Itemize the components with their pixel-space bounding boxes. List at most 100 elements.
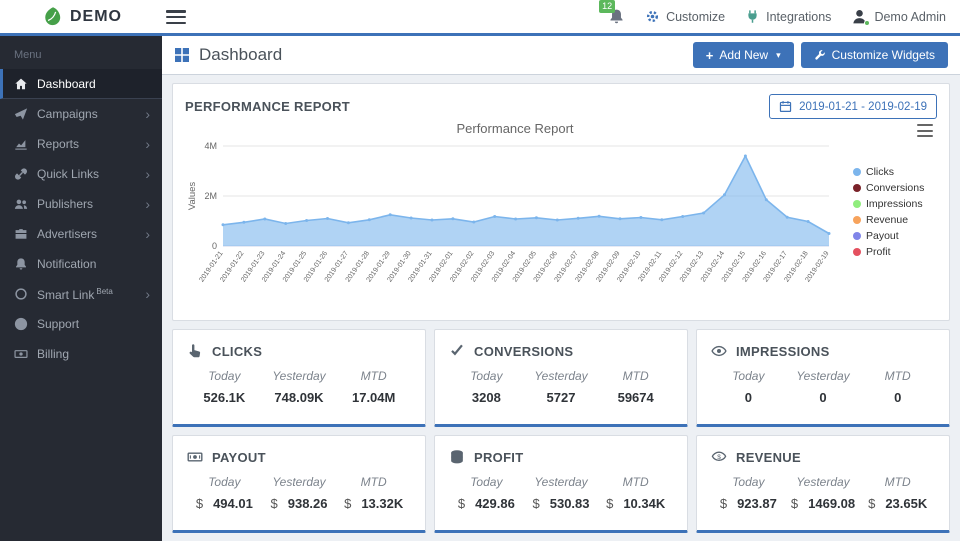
home-icon bbox=[14, 77, 28, 91]
metric-value: $923.87 bbox=[711, 496, 786, 511]
chart-legend: Clicks Conversions Impressions Revenue Payou… bbox=[845, 121, 937, 303]
stat-card-header: $ REVENUE bbox=[711, 449, 935, 465]
sidebar-toggle-button[interactable] bbox=[166, 9, 186, 25]
gear-icon bbox=[645, 9, 660, 24]
metric: Yesterday $1469.08 bbox=[786, 475, 861, 511]
legend-item-payout[interactable]: Payout bbox=[853, 230, 937, 242]
chevron-right-icon: › bbox=[145, 226, 150, 242]
nav-integrations[interactable]: Integrations bbox=[745, 9, 831, 24]
metric: Today $494.01 bbox=[187, 475, 262, 511]
coins-icon bbox=[449, 449, 465, 465]
sidebar-item-quick-links[interactable]: Quick Links › bbox=[0, 159, 162, 189]
currency-symbol: $ bbox=[868, 496, 876, 511]
billing-icon bbox=[14, 347, 28, 361]
metric-number: 0 bbox=[744, 390, 752, 405]
notifications-button[interactable]: 12 bbox=[599, 0, 625, 25]
dashboard-grid-icon bbox=[174, 47, 190, 63]
legend-label: Profit bbox=[866, 246, 891, 258]
metric-value: 0 bbox=[860, 390, 935, 405]
sidebar-item-dashboard[interactable]: Dashboard bbox=[0, 69, 162, 99]
metric-label: Today bbox=[208, 475, 241, 489]
add-new-button[interactable]: + Add New ▾ bbox=[692, 42, 794, 68]
legend-item-profit[interactable]: Profit bbox=[853, 246, 937, 258]
content-area: Dashboard + Add New ▾ Customize Widgets … bbox=[162, 36, 960, 541]
chevron-right-icon: › bbox=[145, 136, 150, 152]
metric: Yesterday $938.26 bbox=[262, 475, 337, 511]
page-header: Dashboard + Add New ▾ Customize Widgets bbox=[162, 36, 960, 75]
paper-plane-icon bbox=[14, 107, 28, 121]
check-icon bbox=[449, 343, 465, 359]
link-icon bbox=[14, 167, 28, 181]
briefcase-icon bbox=[14, 227, 28, 241]
logo-leaf-icon bbox=[42, 6, 63, 27]
navbar-links: Customize Integrations Demo Admin bbox=[645, 8, 946, 26]
metric-number: 1469.08 bbox=[808, 496, 856, 511]
sidebar-item-campaigns[interactable]: Campaigns › bbox=[0, 99, 162, 129]
date-range-picker[interactable]: 2019-01-21 - 2019-02-19 bbox=[769, 94, 937, 119]
sidebar-item-smart-link[interactable]: Smart Link Beta › bbox=[0, 279, 162, 309]
metric-label: Today bbox=[208, 369, 241, 383]
sidebar-item-billing[interactable]: Billing bbox=[0, 339, 162, 369]
svg-text:Values: Values bbox=[187, 182, 198, 211]
legend-item-impressions[interactable]: Impressions bbox=[853, 198, 937, 210]
metric: Yesterday $530.83 bbox=[524, 475, 599, 511]
svg-text:2M: 2M bbox=[204, 191, 217, 201]
nav-label: Integrations bbox=[766, 9, 832, 24]
sidebar-item-notification[interactable]: Notification bbox=[0, 249, 162, 279]
metric-value: 0 bbox=[786, 390, 861, 405]
stat-card-title: PROFIT bbox=[474, 449, 524, 465]
notification-badge: 12 bbox=[599, 0, 616, 13]
sidebar-nav: Dashboard Campaigns › Reports › Quick Links › P… bbox=[0, 69, 162, 369]
sidebar-item-reports[interactable]: Reports › bbox=[0, 129, 162, 159]
stat-card-metrics: Today $494.01 Yesterday $938.26 MTD $13.32K bbox=[187, 475, 411, 511]
chart-export-menu-icon[interactable] bbox=[915, 123, 935, 138]
stats-cards: CLICKS Today 526.1K Yesterday 748.09K MTD 17.0… bbox=[172, 329, 950, 533]
chevron-right-icon: › bbox=[145, 106, 150, 122]
stat-card-metrics: Today $429.86 Yesterday $530.83 MTD $10.34K bbox=[449, 475, 673, 511]
metric-number: 429.86 bbox=[475, 496, 515, 511]
legend-item-conversions[interactable]: Conversions bbox=[853, 182, 937, 194]
nav-account[interactable]: Demo Admin bbox=[851, 8, 946, 26]
page-title-text: Dashboard bbox=[199, 45, 283, 64]
legend-label: Payout bbox=[866, 230, 899, 242]
metric-label: MTD bbox=[622, 475, 649, 489]
metric: Today $429.86 bbox=[449, 475, 524, 511]
metric-label: Today bbox=[470, 475, 503, 489]
sidebar-item-support[interactable]: Support bbox=[0, 309, 162, 339]
currency-symbol: $ bbox=[195, 496, 204, 511]
metric-number: 938.26 bbox=[287, 496, 328, 511]
legend-label: Conversions bbox=[866, 182, 925, 194]
date-range-value: 2019-01-21 - 2019-02-19 bbox=[799, 100, 927, 113]
metric: Yesterday 748.09K bbox=[262, 369, 337, 405]
metric-label: Yesterday bbox=[272, 369, 326, 383]
legend-item-revenue[interactable]: Revenue bbox=[853, 214, 937, 226]
logo[interactable]: DEMO bbox=[42, 6, 122, 27]
metric-label: MTD bbox=[360, 475, 387, 489]
sidebar-item-advertisers[interactable]: Advertisers › bbox=[0, 219, 162, 249]
nav-customize[interactable]: Customize bbox=[645, 9, 725, 24]
legend-item-clicks[interactable]: Clicks bbox=[853, 166, 937, 178]
svg-text:$: $ bbox=[717, 454, 721, 461]
metric-number: 3208 bbox=[471, 390, 501, 405]
performance-chart: 02M4MValues2019-01-212019-01-222019-01-2… bbox=[187, 141, 831, 283]
revenue-eye-icon: $ bbox=[711, 449, 727, 465]
sidebar-item-publishers[interactable]: Publishers › bbox=[0, 189, 162, 219]
line-chart-icon bbox=[14, 137, 28, 151]
metric: Today 3208 bbox=[449, 369, 524, 405]
stat-card-title: CONVERSIONS bbox=[474, 343, 574, 359]
metric-number: 10.34K bbox=[623, 496, 666, 511]
metric-value: 0 bbox=[711, 390, 786, 405]
metric-label: Yesterday bbox=[796, 475, 850, 489]
stat-card-header: CLICKS bbox=[187, 343, 411, 359]
sidebar-item-label: Quick Links bbox=[37, 167, 100, 181]
legend-marker bbox=[853, 168, 861, 176]
wrench-icon bbox=[814, 49, 826, 61]
svg-text:4M: 4M bbox=[204, 141, 217, 151]
legend-marker bbox=[853, 248, 861, 256]
metric: MTD $13.32K bbox=[336, 475, 411, 511]
metric: MTD 59674 bbox=[598, 369, 673, 405]
sidebar-item-label: Advertisers bbox=[37, 227, 98, 241]
customize-widgets-button[interactable]: Customize Widgets bbox=[800, 42, 948, 68]
chart-column: Performance Report 0 2M 4M Values 2019-01-21… bbox=[185, 121, 845, 303]
legend-marker bbox=[853, 232, 861, 240]
